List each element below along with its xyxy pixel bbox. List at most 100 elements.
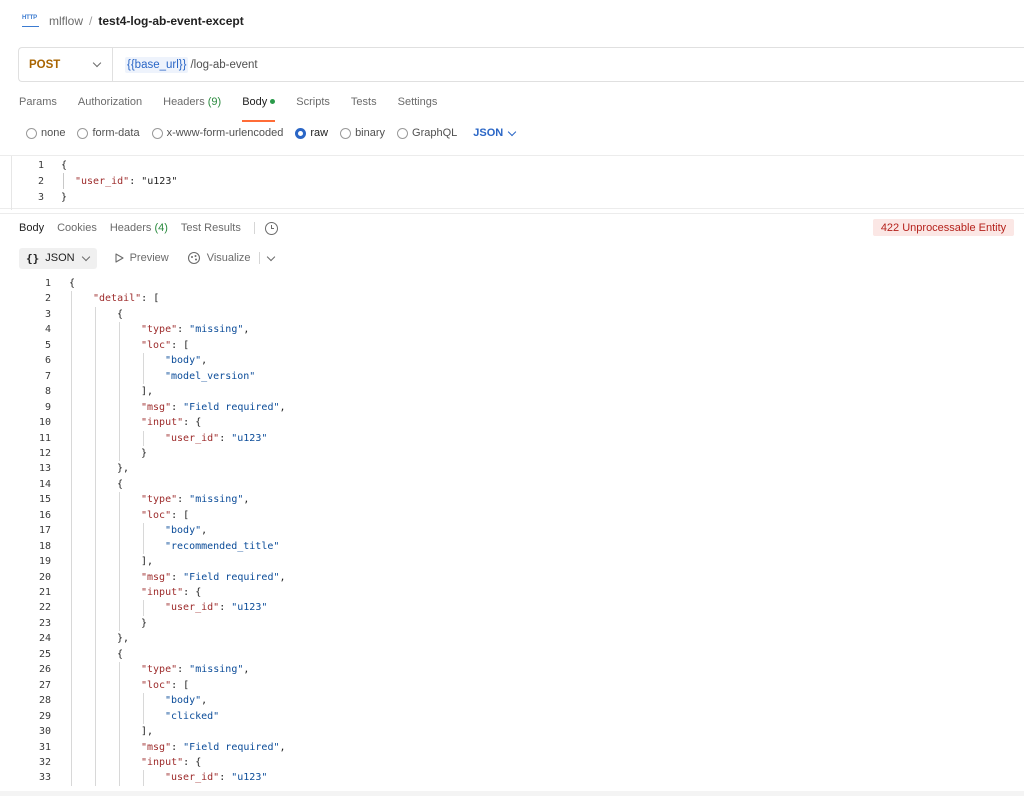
line-number: 4 [44, 324, 51, 336]
code-text: "input": { [141, 587, 202, 598]
response-body-viewer[interactable]: 1{2 "detail": [3{4 "type": "missing", 5 "loc… [0, 276, 1024, 790]
braces-icon: {} [26, 251, 40, 265]
tab-body[interactable]: Body [242, 94, 276, 122]
line-number: 19 [38, 556, 51, 568]
tab-headers[interactable]: Headers (9) [163, 94, 221, 116]
code-text: "user_id": "u123" [165, 602, 268, 614]
code-line: 3 } [37, 192, 68, 203]
breadcrumb: HTTP mlflow / test4-log-ab-event-except [22, 11, 244, 31]
code-line: 23} [0, 616, 1024, 631]
line-number: 23 [38, 617, 51, 629]
code-text: "msg": "Field required", [141, 571, 286, 583]
method-dropdown[interactable]: POST [19, 48, 113, 81]
raw-language-dropdown[interactable]: JSON [473, 127, 517, 139]
tab-params[interactable]: Params [19, 94, 57, 116]
tab-authorization[interactable]: Authorization [78, 94, 142, 116]
indent-guide [143, 600, 144, 616]
code-text: "loc": [ [141, 509, 190, 521]
code-text: }, [117, 463, 130, 475]
radio-x-www-form-urlencoded[interactable]: x-www-form-urlencoded [151, 127, 283, 139]
response-tab-body[interactable]: Body [19, 222, 44, 234]
indent-guide [119, 322, 120, 462]
line-number: 29 [38, 710, 51, 722]
preview-button[interactable]: Preview [115, 252, 169, 264]
breadcrumb-collection-link[interactable]: mlflow [49, 14, 83, 28]
visualize-button[interactable]: Visualize [187, 251, 251, 265]
response-toolbar: {} JSON Preview Visualize [19, 247, 275, 269]
breadcrumb-separator: / [89, 14, 93, 28]
tab-scripts[interactable]: Scripts [296, 94, 330, 116]
line-number: 1 [44, 278, 51, 289]
line-number: 9 [44, 401, 51, 413]
indent-guide [143, 353, 144, 385]
code-text: ], [141, 556, 154, 568]
headers-count: (9) [207, 96, 222, 108]
line-number: 32 [38, 756, 51, 768]
code-text: { [69, 278, 76, 289]
visualize-icon [187, 251, 201, 265]
radio-binary[interactable]: binary [340, 127, 385, 139]
radio-raw[interactable]: raw [295, 127, 328, 139]
code-text: "loc": [ [141, 679, 190, 691]
url-variable[interactable]: {{base_url}} [125, 56, 189, 73]
code-text: "body", [165, 525, 208, 537]
code-line: 20 "msg": "Field required", [0, 570, 1024, 585]
code-text: "body", [165, 695, 208, 707]
code-line: 26 "type": "missing", [0, 662, 1024, 677]
response-tab-cookies[interactable]: Cookies [57, 222, 97, 234]
radio-none[interactable]: none [26, 127, 65, 139]
line-number: 11 [38, 432, 51, 444]
radio-form-data[interactable]: form-data [77, 127, 140, 139]
code-text: } [141, 617, 148, 629]
line-number: 6 [44, 355, 51, 367]
line-number: 15 [38, 494, 51, 506]
line-number: 33 [38, 772, 51, 784]
line-number: 13 [38, 463, 51, 475]
code-text: "type": "missing", [141, 324, 250, 336]
code-text: "recommended_title" [165, 540, 280, 552]
chevron-down-icon [81, 252, 90, 261]
code-line: 4 "type": "missing", [0, 322, 1024, 337]
code-text: "model_version" [165, 370, 256, 382]
tab-settings[interactable]: Settings [398, 94, 438, 116]
chevron-down-icon[interactable] [266, 252, 275, 261]
response-format-dropdown[interactable]: {} JSON [19, 247, 97, 269]
indent-guide [143, 523, 144, 555]
code-line: 16 "loc": [ [0, 508, 1024, 523]
line-number: 21 [38, 587, 51, 598]
code-line: 29 "clicked" [0, 709, 1024, 724]
line-number: 3 [44, 308, 51, 320]
request-name[interactable]: test4-log-ab-event-except [98, 14, 243, 28]
radio-graphql[interactable]: GraphQL [397, 127, 457, 139]
code-line: 3{ [0, 307, 1024, 322]
code-line: 2 "detail": [ [0, 291, 1024, 306]
code-line: 31 "msg": "Field required", [0, 740, 1024, 755]
code-line: 2 "user_id": "u123" [37, 176, 178, 187]
line-number: 5 [44, 339, 51, 351]
body-modified-dot [270, 98, 276, 104]
line-number: 7 [44, 370, 51, 382]
line-number: 2 [44, 293, 51, 305]
code-text: { [117, 478, 124, 490]
code-text: "type": "missing", [141, 664, 250, 676]
code-line: 14 { [0, 477, 1024, 492]
tab-tests[interactable]: Tests [351, 94, 377, 116]
code-line: 8], [0, 384, 1024, 399]
indent-guide [63, 173, 64, 189]
response-tab-headers[interactable]: Headers (4) [110, 222, 168, 234]
code-line: 7 "model_version" [0, 369, 1024, 384]
request-body-editor[interactable]: 1 { 2 "user_id": "u123" 3 } [0, 155, 1024, 210]
code-text: ], [141, 386, 154, 398]
history-icon[interactable] [264, 221, 278, 235]
line-number: 8 [44, 386, 51, 398]
code-line: 19], [0, 554, 1024, 569]
url-path: /log-ab-event [190, 58, 258, 71]
response-tab-test-results[interactable]: Test Results [181, 222, 241, 234]
code-line: 11 "user_id": "u123" [0, 431, 1024, 446]
status-badge[interactable]: 422 Unprocessable Entity [873, 219, 1014, 236]
url-input[interactable]: {{base_url}} /log-ab-event [113, 48, 1024, 81]
line-number: 26 [38, 664, 51, 676]
horizontal-scrollbar[interactable] [0, 791, 1024, 796]
line-number: 30 [38, 726, 51, 738]
line-number: 20 [38, 571, 51, 583]
